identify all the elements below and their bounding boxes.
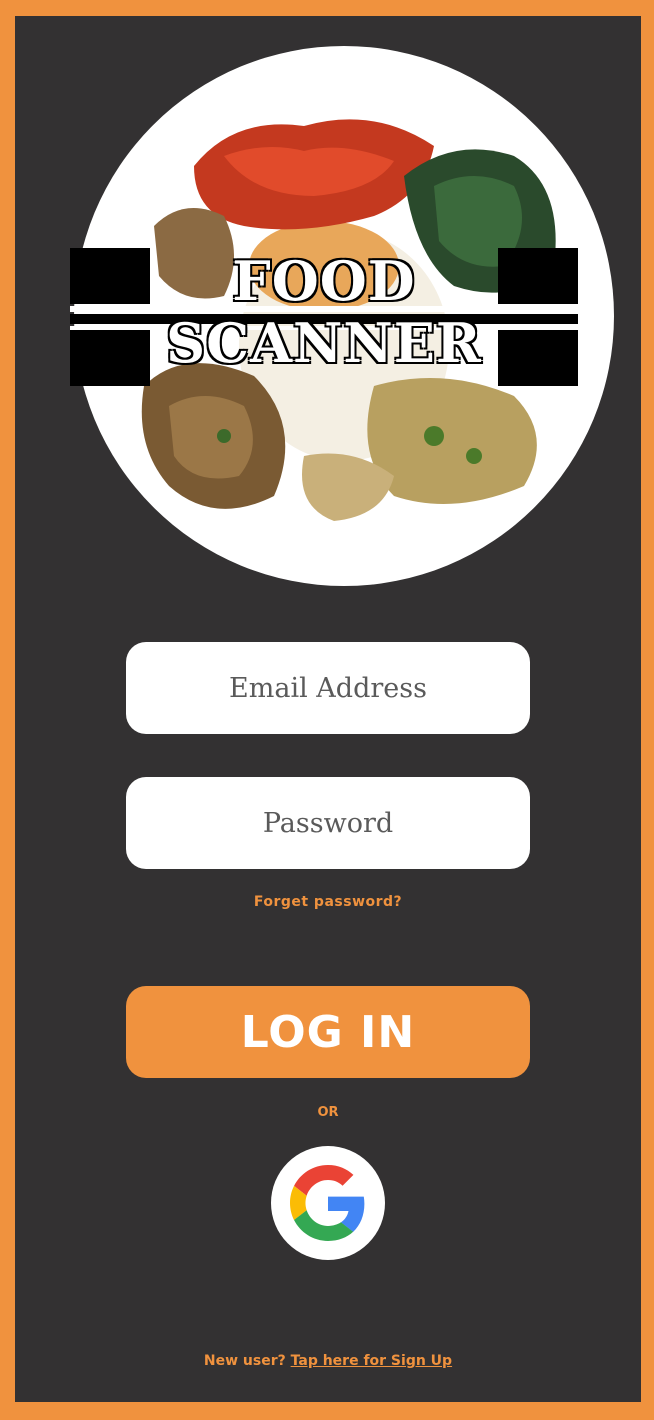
signup-prompt: New user? Tap here for Sign Up xyxy=(15,1353,641,1369)
or-separator: OR xyxy=(317,1105,339,1120)
forgot-password-link[interactable]: Forget password? xyxy=(15,894,641,910)
app-frame: FOOD SCANNER Forget password? LOG IN OR … xyxy=(15,16,641,1402)
login-button[interactable]: LOG IN xyxy=(126,986,530,1078)
logo-line-1: FOOD xyxy=(232,249,416,313)
email-field[interactable] xyxy=(126,642,530,734)
google-signin-button[interactable] xyxy=(271,1146,385,1260)
logo-line-2: SCANNER xyxy=(166,311,482,375)
new-user-text: New user? xyxy=(203,1353,286,1369)
app-logo: FOOD SCANNER xyxy=(70,246,578,388)
password-field[interactable] xyxy=(126,777,530,869)
google-icon xyxy=(290,1165,365,1241)
signup-link[interactable]: Tap here for Sign Up xyxy=(291,1353,452,1369)
